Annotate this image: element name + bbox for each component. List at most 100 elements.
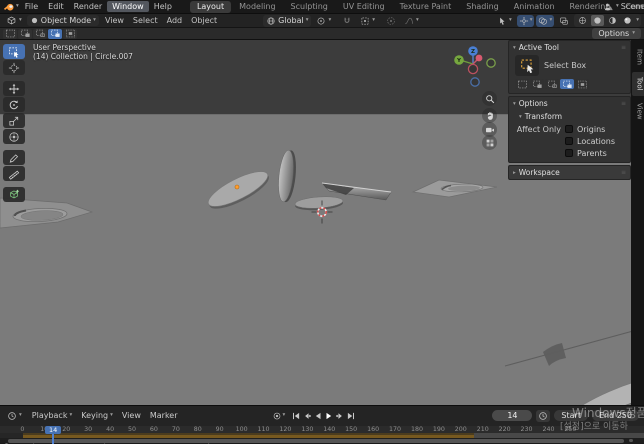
- tool-transform[interactable]: [3, 129, 25, 144]
- select-mode-subtract[interactable]: [545, 79, 559, 89]
- frame-end-value: 250: [616, 411, 632, 420]
- tool-measure[interactable]: [3, 166, 25, 181]
- viewport-3d[interactable]: User Perspective (14) Collection | Circl…: [0, 40, 644, 405]
- current-frame-badge[interactable]: 14: [45, 425, 62, 434]
- show-overlays-toggle[interactable]: ▾: [536, 14, 555, 27]
- shading-rendered-button[interactable]: [621, 15, 634, 26]
- viewport-menu-view[interactable]: View: [101, 15, 128, 26]
- timeline-menu-playback[interactable]: Playback ▾: [28, 410, 76, 421]
- shading-material-button[interactable]: [606, 15, 619, 26]
- timeline-menus: Playback ▾ Keying ▾ View Marker: [28, 410, 182, 421]
- navigation-gizmo[interactable]: Z Y: [452, 42, 500, 90]
- tool-add-cube[interactable]: [3, 187, 25, 202]
- xray-toggle[interactable]: [556, 15, 572, 27]
- scrollbar-handle[interactable]: [8, 438, 624, 443]
- active-tool-panel-header[interactable]: ▾ Active Tool ≡: [509, 41, 630, 54]
- timeline-menu-keying[interactable]: Keying ▾: [77, 410, 117, 421]
- workspace-panel-header[interactable]: ▸ Workspace ≡: [509, 166, 630, 179]
- proportional-falloff-dropdown[interactable]: ▾: [401, 15, 422, 27]
- shading-wireframe-button[interactable]: [576, 15, 589, 26]
- ruler-tick-20: 20: [62, 426, 71, 433]
- tab-animation[interactable]: Animation: [507, 1, 562, 13]
- menu-edit[interactable]: Edit: [43, 1, 69, 12]
- timeline-editor-type-button[interactable]: ▾: [3, 410, 26, 422]
- timeline-menu-marker[interactable]: Marker: [146, 410, 182, 421]
- options-button[interactable]: Options ▾: [592, 28, 641, 39]
- viewport-menu-select[interactable]: Select: [129, 15, 162, 26]
- select-mode-intersect[interactable]: [63, 28, 77, 39]
- tool-rotate[interactable]: [3, 97, 25, 112]
- sidebar-tab-view[interactable]: View: [632, 98, 644, 125]
- selectability-dropdown[interactable]: ▾: [494, 15, 515, 27]
- select-mode-set[interactable]: [515, 79, 529, 89]
- object-mode-dropdown[interactable]: Object Mode ▾: [26, 15, 99, 26]
- viewport-zoom-button[interactable]: [482, 91, 497, 106]
- timeline-ruler[interactable]: 0102030405060708090100110120130140150160…: [0, 426, 644, 433]
- shading-solid-button[interactable]: [591, 15, 605, 26]
- tab-modeling[interactable]: Modeling: [232, 1, 282, 13]
- select-mode-extend[interactable]: [18, 28, 32, 39]
- ruler-tick-130: 130: [301, 426, 314, 433]
- sidebar-tab-item[interactable]: Item: [632, 44, 644, 70]
- timeline-menu-view[interactable]: View: [118, 410, 145, 421]
- frame-end-field[interactable]: End 250: [591, 410, 639, 421]
- shading-caret-icon[interactable]: ▾: [636, 17, 639, 24]
- select-mode-extend[interactable]: [530, 79, 544, 89]
- playback-play[interactable]: [324, 410, 334, 422]
- transform-subpanel-header[interactable]: ▾ Transform: [509, 110, 630, 123]
- snap-toggle[interactable]: [339, 15, 355, 27]
- editor-type-button[interactable]: ▾: [3, 14, 25, 27]
- tab-layout[interactable]: Layout: [189, 0, 232, 13]
- select-mode-set[interactable]: [3, 28, 17, 39]
- scene-selector[interactable]: ▾ Scene: [604, 0, 644, 13]
- select-mode-subtract[interactable]: [33, 28, 47, 39]
- tab-sculpting[interactable]: Sculpting: [284, 1, 335, 13]
- viewport-pan-button[interactable]: [482, 108, 497, 123]
- viewport-orthographic-button[interactable]: [482, 135, 497, 150]
- editor-3d-viewport-icon: [6, 15, 17, 26]
- frame-start-field[interactable]: Start: [554, 410, 588, 421]
- viewport-menu-add[interactable]: Add: [163, 15, 187, 26]
- current-frame-field[interactable]: 14: [492, 410, 533, 421]
- use-preview-range-button[interactable]: [536, 409, 551, 422]
- tab-uv-editing[interactable]: UV Editing: [336, 1, 392, 13]
- active-tool-chip[interactable]: [515, 55, 539, 76]
- tool-cursor[interactable]: [3, 60, 25, 75]
- active-tool-panel: ▾ Active Tool ≡ Select Box: [508, 40, 631, 94]
- playback-first[interactable]: [291, 410, 301, 422]
- tool-move[interactable]: [3, 81, 25, 96]
- show-gizmo-toggle[interactable]: ▾: [516, 14, 535, 27]
- auto-keying-toggle[interactable]: ▾: [272, 411, 285, 421]
- playback-prevkey[interactable]: [302, 410, 312, 422]
- select-cursor-icon: [497, 16, 507, 26]
- select-mode-intersect[interactable]: [575, 79, 589, 89]
- playback-nextkey[interactable]: [335, 410, 345, 422]
- checkbox-locations[interactable]: [565, 137, 573, 145]
- menu-render[interactable]: Render: [69, 1, 107, 12]
- menu-file[interactable]: File: [20, 1, 43, 12]
- tool-select-box[interactable]: [3, 44, 25, 59]
- blender-logo-icon[interactable]: [3, 1, 15, 13]
- checkbox-label-parents: Parents: [577, 148, 607, 158]
- checkbox-parents[interactable]: [565, 149, 573, 157]
- select-mode-invert[interactable]: [48, 28, 62, 39]
- tool-scale[interactable]: [3, 113, 25, 128]
- expand-caret-icon: ▾: [513, 44, 516, 51]
- pivot-point-dropdown[interactable]: ▾: [313, 15, 334, 27]
- snap-target-dropdown[interactable]: ▾: [357, 15, 378, 27]
- tool-annotate[interactable]: [3, 150, 25, 165]
- expand-caret-icon: ▾: [519, 113, 522, 120]
- tab-texture-paint[interactable]: Texture Paint: [393, 1, 459, 13]
- proportional-editing-toggle[interactable]: [383, 15, 399, 27]
- transform-orientation-dropdown[interactable]: Global ▾: [263, 14, 312, 27]
- playback-revplay[interactable]: [313, 410, 323, 422]
- tab-shading[interactable]: Shading: [459, 1, 506, 13]
- menu-window[interactable]: Window: [107, 1, 149, 12]
- menu-help[interactable]: Help: [149, 1, 177, 12]
- select-mode-invert[interactable]: [560, 79, 574, 89]
- options-panel-header[interactable]: ▾ Options ≡: [509, 97, 630, 110]
- sidebar-tab-tool[interactable]: Tool: [631, 71, 644, 96]
- playback-last[interactable]: [346, 410, 356, 422]
- viewport-menu-object[interactable]: Object: [187, 15, 221, 26]
- checkbox-origins[interactable]: [565, 125, 573, 133]
